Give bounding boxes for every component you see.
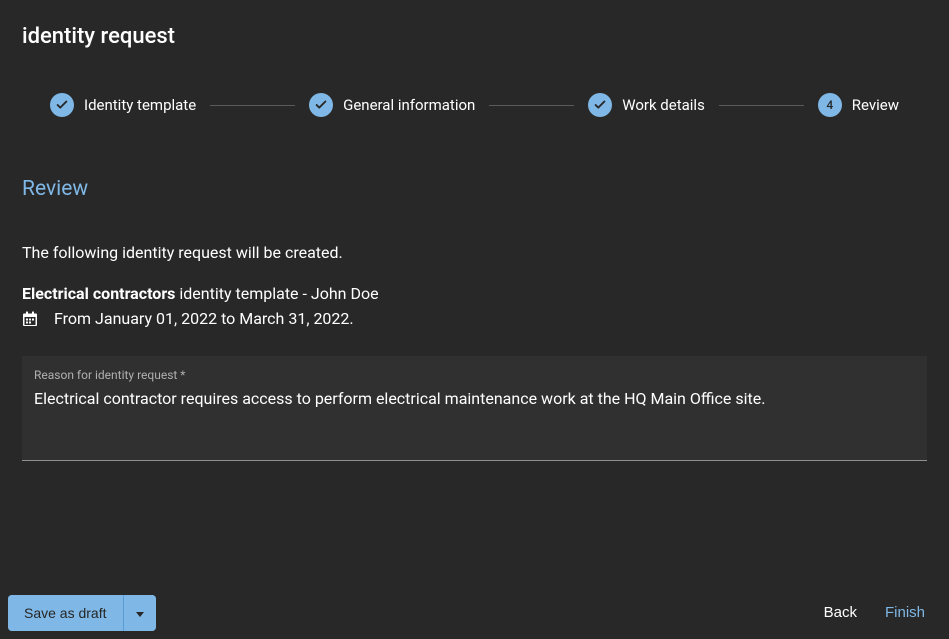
step-connector xyxy=(719,105,804,106)
save-as-draft-dropdown-button[interactable] xyxy=(123,595,156,631)
check-icon xyxy=(50,93,74,117)
save-draft-group: Save as draft xyxy=(8,595,156,631)
section-heading: Review xyxy=(22,177,927,201)
step-label: Work details xyxy=(622,96,705,114)
reason-label: Reason for identity request * xyxy=(34,368,915,382)
intro-text: The following identity request will be c… xyxy=(22,243,927,262)
step-general-information[interactable]: General information xyxy=(309,93,475,117)
step-connector xyxy=(210,105,295,106)
step-review[interactable]: 4 Review xyxy=(818,93,899,117)
reason-text: Electrical contractor requires access to… xyxy=(34,388,915,432)
back-button[interactable]: Back xyxy=(806,594,875,631)
check-icon xyxy=(588,93,612,117)
page-title: identity request xyxy=(0,0,949,49)
review-content: Review The following identity request wi… xyxy=(0,117,949,461)
date-range-text: From January 01, 2022 to March 31, 2022. xyxy=(54,309,354,328)
step-identity-template[interactable]: Identity template xyxy=(50,93,196,117)
finish-button[interactable]: Finish xyxy=(875,594,935,631)
footer: Save as draft Back Finish xyxy=(0,594,949,631)
date-line: From January 01, 2022 to March 31, 2022. xyxy=(22,309,927,328)
step-label: General information xyxy=(343,96,475,114)
stepper: Identity template General information Wo… xyxy=(0,49,949,117)
template-line: Electrical contractors identity template… xyxy=(22,284,927,303)
template-suffix: identity template - John Doe xyxy=(175,284,378,303)
reason-field[interactable]: Reason for identity request * Electrical… xyxy=(22,356,927,461)
step-work-details[interactable]: Work details xyxy=(588,93,705,117)
step-label: Review xyxy=(852,96,899,114)
save-as-draft-button[interactable]: Save as draft xyxy=(8,595,123,631)
template-name: Electrical contractors xyxy=(22,284,175,303)
step-number-icon: 4 xyxy=(818,93,842,117)
calendar-icon xyxy=(22,311,38,327)
chevron-down-icon xyxy=(136,605,144,620)
step-label: Identity template xyxy=(84,96,196,114)
check-icon xyxy=(309,93,333,117)
step-connector xyxy=(489,105,574,106)
